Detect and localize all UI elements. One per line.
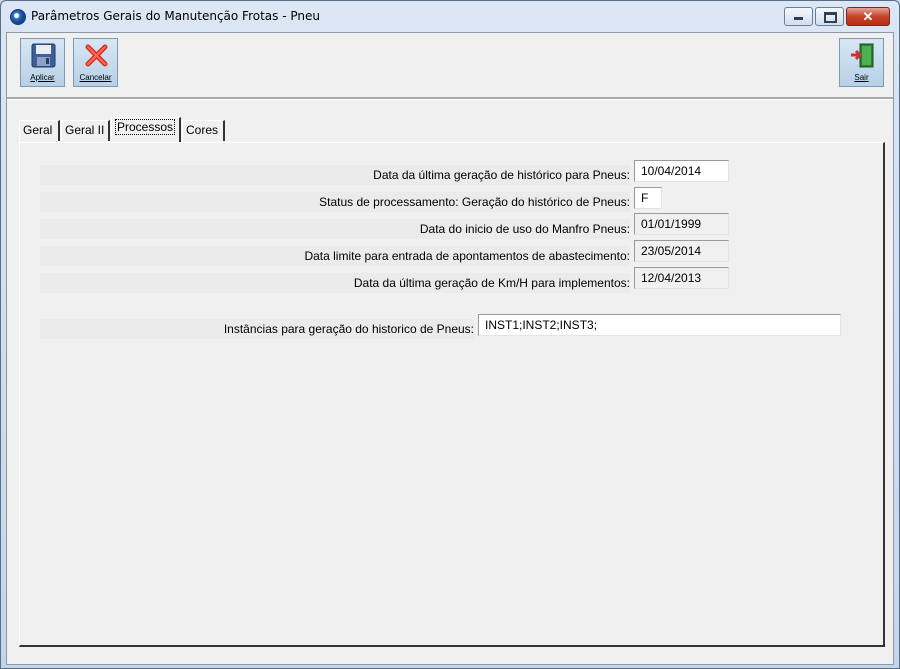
field-label: Status de processamento: Geração do hist…	[319, 195, 630, 209]
field-label: Data limite para entrada de apontamentos…	[304, 249, 630, 263]
floppy-disk-icon	[31, 43, 56, 68]
tab-label: Processos	[115, 119, 176, 135]
window-title: Parâmetros Gerais do Manutenção Frotas -…	[31, 9, 320, 23]
title-bar[interactable]: Parâmetros Gerais do Manutenção Frotas -…	[1, 1, 899, 31]
window-controls: ✕	[782, 7, 890, 26]
cancel-button[interactable]: Cancelar	[73, 38, 118, 87]
toolbar-separator	[7, 99, 893, 100]
form-row: Status de processamento: Geração do hist…	[40, 192, 630, 212]
tab-processos[interactable]: Processos	[111, 117, 181, 142]
data-limite-abastecimento-field: 23/05/2014	[634, 240, 729, 262]
status-processamento-field[interactable]: F	[634, 187, 662, 209]
form-row: Data da última geração de histórico para…	[40, 165, 630, 185]
app-icon	[10, 9, 26, 25]
form-row: Data da última geração de Km/H para impl…	[40, 273, 630, 293]
maximize-button[interactable]	[815, 7, 844, 26]
ultima-geracao-historico-field[interactable]: 10/04/2014	[634, 160, 729, 182]
exit-door-icon	[851, 43, 874, 68]
field-label: Data da última geração de histórico para…	[373, 168, 630, 182]
minimize-icon	[794, 17, 803, 20]
field-label: Instâncias para geração do historico de …	[223, 322, 474, 336]
form-row: Instâncias para geração do historico de …	[40, 319, 474, 339]
form-row: Data limite para entrada de apontamentos…	[40, 246, 630, 266]
field-label: Data da última geração de Km/H para impl…	[353, 276, 630, 290]
close-icon: ✕	[862, 9, 874, 24]
processos-panel: Data da última geração de histórico para…	[19, 142, 885, 647]
app-window: Parâmetros Gerais do Manutenção Frotas -…	[0, 0, 900, 669]
tab-geral[interactable]: Geral	[19, 120, 60, 141]
red-x-icon	[85, 44, 108, 67]
client-area: Aplicar Cancelar Sair Geral Geral II Pro…	[6, 32, 894, 665]
inicio-uso-field: 01/01/1999	[634, 213, 729, 235]
instancias-field[interactable]: INST1;INST2;INST3;	[478, 314, 841, 336]
apply-label: Aplicar	[30, 73, 55, 82]
toolbar: Aplicar Cancelar Sair	[7, 33, 893, 99]
tab-cores[interactable]: Cores	[182, 120, 225, 141]
exit-label: Sair	[854, 73, 869, 82]
tab-label: Geral	[23, 123, 53, 137]
close-button[interactable]: ✕	[846, 7, 890, 26]
field-label: Data do inicio de uso do Manfro Pneus:	[419, 222, 630, 236]
apply-button[interactable]: Aplicar	[20, 38, 65, 87]
ultima-geracao-kmh-field: 12/04/2013	[634, 267, 729, 289]
minimize-button[interactable]	[784, 7, 813, 26]
form-row: Data do inicio de uso do Manfro Pneus:	[40, 219, 630, 239]
cancel-label: Cancelar	[79, 73, 112, 82]
exit-button[interactable]: Sair	[839, 38, 884, 87]
tab-label: Cores	[186, 123, 219, 137]
tab-geral-ii[interactable]: Geral II	[61, 120, 110, 141]
tab-label: Geral II	[65, 123, 105, 137]
maximize-icon	[824, 12, 837, 23]
